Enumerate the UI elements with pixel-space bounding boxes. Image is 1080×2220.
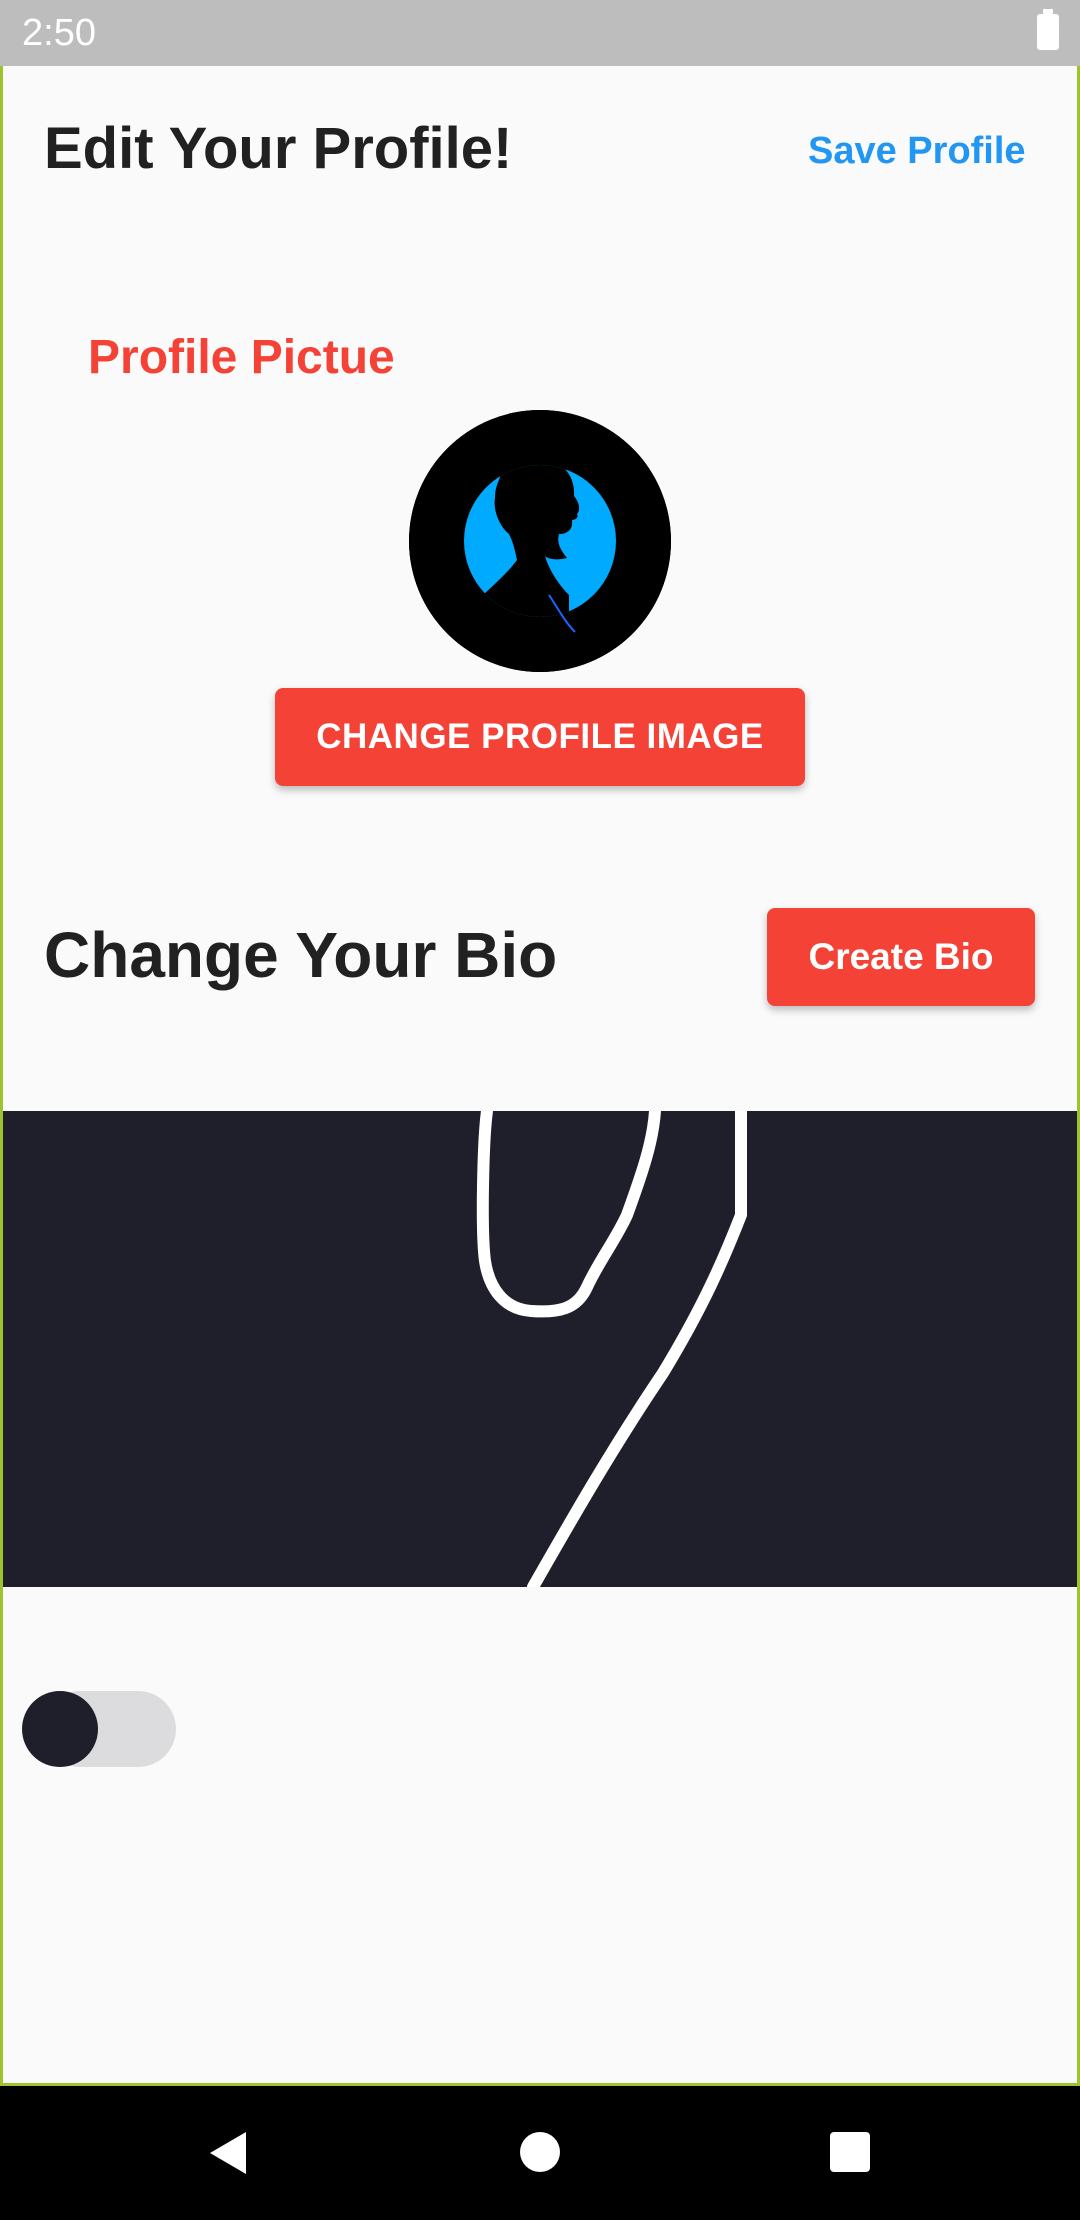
toggle-thumb	[22, 1691, 98, 1767]
bio-title: Change Your Bio	[44, 919, 558, 991]
person-silhouette-icon	[409, 410, 671, 672]
create-bio-button[interactable]: Create Bio	[767, 908, 1035, 1006]
back-icon[interactable]	[206, 2128, 250, 2178]
change-profile-image-button[interactable]: CHANGE PROFILE IMAGE	[275, 688, 805, 786]
toggle-switch[interactable]	[22, 1691, 176, 1767]
drawing-canvas[interactable]	[3, 1105, 1077, 1593]
battery-icon	[1037, 9, 1059, 50]
recents-icon[interactable]	[830, 2132, 870, 2172]
navigation-bar	[0, 2086, 1080, 2220]
profile-picture-label: Profile Pictue	[88, 331, 395, 384]
save-profile-button[interactable]: Save Profile	[808, 130, 1026, 173]
home-icon[interactable]	[520, 2132, 560, 2172]
page-title: Edit Your Profile!	[44, 116, 513, 181]
status-time: 2:50	[22, 12, 96, 54]
status-bar: 2:50	[0, 0, 1080, 66]
avatar	[409, 410, 671, 672]
app-frame	[0, 0, 1080, 2086]
drawing-stroke	[476, 1105, 747, 1593]
